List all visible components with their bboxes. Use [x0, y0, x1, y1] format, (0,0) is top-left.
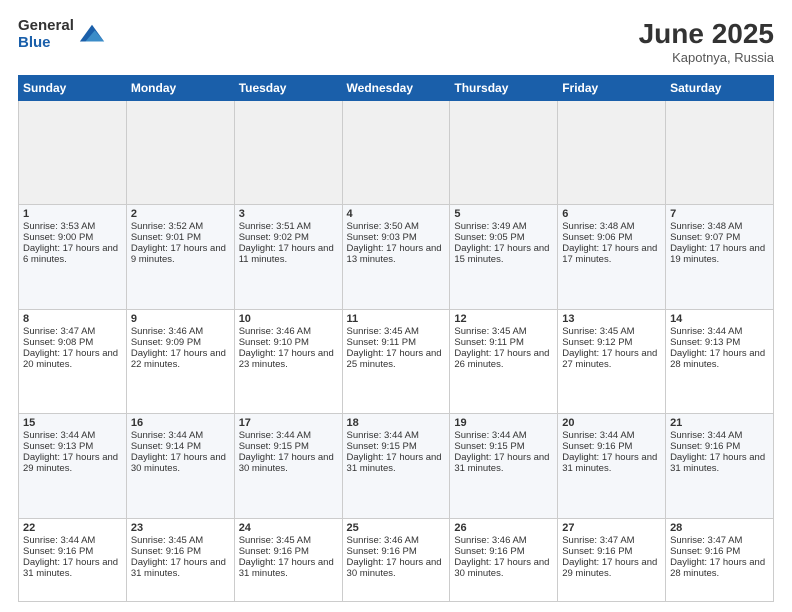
day-number: 1 [23, 208, 122, 220]
calendar-table: Sunday Monday Tuesday Wednesday Thursday… [18, 75, 774, 602]
table-row: 8Sunrise: 3:47 AMSunset: 9:08 PMDaylight… [19, 309, 127, 413]
table-row [666, 101, 774, 205]
header-wednesday: Wednesday [342, 76, 450, 101]
location: Kapotnya, Russia [639, 50, 774, 65]
day-number: 7 [670, 208, 769, 220]
table-row: 9Sunrise: 3:46 AMSunset: 9:09 PMDaylight… [126, 309, 234, 413]
table-row: 15Sunrise: 3:44 AMSunset: 9:13 PMDayligh… [19, 414, 127, 518]
table-row [126, 101, 234, 205]
header-sunday: Sunday [19, 76, 127, 101]
table-row [558, 101, 666, 205]
header-thursday: Thursday [450, 76, 558, 101]
header-saturday: Saturday [666, 76, 774, 101]
day-number: 11 [347, 313, 446, 325]
table-row: 13Sunrise: 3:45 AMSunset: 9:12 PMDayligh… [558, 309, 666, 413]
day-number: 16 [131, 417, 230, 429]
table-row: 10Sunrise: 3:46 AMSunset: 9:10 PMDayligh… [234, 309, 342, 413]
table-row: 5Sunrise: 3:49 AMSunset: 9:05 PMDaylight… [450, 205, 558, 309]
page: General Blue June 2025 Kapotnya, Russia … [0, 0, 792, 612]
table-row: 4Sunrise: 3:50 AMSunset: 9:03 PMDaylight… [342, 205, 450, 309]
table-row: 7Sunrise: 3:48 AMSunset: 9:07 PMDaylight… [666, 205, 774, 309]
day-number: 8 [23, 313, 122, 325]
day-number: 17 [239, 417, 338, 429]
logo-general: General [18, 18, 74, 35]
day-number: 13 [562, 313, 661, 325]
day-number: 19 [454, 417, 553, 429]
table-row [342, 101, 450, 205]
day-number: 27 [562, 522, 661, 534]
table-row: 16Sunrise: 3:44 AMSunset: 9:14 PMDayligh… [126, 414, 234, 518]
table-row: 21Sunrise: 3:44 AMSunset: 9:16 PMDayligh… [666, 414, 774, 518]
day-number: 28 [670, 522, 769, 534]
day-number: 25 [347, 522, 446, 534]
day-number: 15 [23, 417, 122, 429]
logo-icon [78, 21, 106, 49]
day-number: 2 [131, 208, 230, 220]
table-row: 24Sunrise: 3:45 AMSunset: 9:16 PMDayligh… [234, 518, 342, 602]
table-row: 26Sunrise: 3:46 AMSunset: 9:16 PMDayligh… [450, 518, 558, 602]
table-row: 27Sunrise: 3:47 AMSunset: 9:16 PMDayligh… [558, 518, 666, 602]
day-number: 4 [347, 208, 446, 220]
title-block: June 2025 Kapotnya, Russia [639, 18, 774, 65]
day-number: 23 [131, 522, 230, 534]
table-row [234, 101, 342, 205]
table-row: 12Sunrise: 3:45 AMSunset: 9:11 PMDayligh… [450, 309, 558, 413]
day-number: 24 [239, 522, 338, 534]
header: General Blue June 2025 Kapotnya, Russia [18, 18, 774, 65]
day-number: 12 [454, 313, 553, 325]
month-title: June 2025 [639, 18, 774, 50]
day-number: 3 [239, 208, 338, 220]
table-row: 23Sunrise: 3:45 AMSunset: 9:16 PMDayligh… [126, 518, 234, 602]
day-number: 10 [239, 313, 338, 325]
header-tuesday: Tuesday [234, 76, 342, 101]
table-row: 14Sunrise: 3:44 AMSunset: 9:13 PMDayligh… [666, 309, 774, 413]
table-row: 1Sunrise: 3:53 AMSunset: 9:00 PMDaylight… [19, 205, 127, 309]
table-row: 3Sunrise: 3:51 AMSunset: 9:02 PMDaylight… [234, 205, 342, 309]
day-number: 5 [454, 208, 553, 220]
day-number: 14 [670, 313, 769, 325]
logo-text: General Blue [18, 18, 74, 51]
table-row: 28Sunrise: 3:47 AMSunset: 9:16 PMDayligh… [666, 518, 774, 602]
table-row: 20Sunrise: 3:44 AMSunset: 9:16 PMDayligh… [558, 414, 666, 518]
day-number: 21 [670, 417, 769, 429]
logo-blue: Blue [18, 35, 74, 52]
header-friday: Friday [558, 76, 666, 101]
table-row: 11Sunrise: 3:45 AMSunset: 9:11 PMDayligh… [342, 309, 450, 413]
day-number: 18 [347, 417, 446, 429]
table-row: 19Sunrise: 3:44 AMSunset: 9:15 PMDayligh… [450, 414, 558, 518]
table-row: 6Sunrise: 3:48 AMSunset: 9:06 PMDaylight… [558, 205, 666, 309]
table-row: 2Sunrise: 3:52 AMSunset: 9:01 PMDaylight… [126, 205, 234, 309]
table-row: 18Sunrise: 3:44 AMSunset: 9:15 PMDayligh… [342, 414, 450, 518]
table-row [19, 101, 127, 205]
day-number: 9 [131, 313, 230, 325]
day-number: 26 [454, 522, 553, 534]
table-row [450, 101, 558, 205]
table-row: 22Sunrise: 3:44 AMSunset: 9:16 PMDayligh… [19, 518, 127, 602]
table-row: 17Sunrise: 3:44 AMSunset: 9:15 PMDayligh… [234, 414, 342, 518]
days-header-row: Sunday Monday Tuesday Wednesday Thursday… [19, 76, 774, 101]
table-row: 25Sunrise: 3:46 AMSunset: 9:16 PMDayligh… [342, 518, 450, 602]
day-number: 20 [562, 417, 661, 429]
logo: General Blue [18, 18, 106, 51]
header-monday: Monday [126, 76, 234, 101]
day-number: 6 [562, 208, 661, 220]
day-number: 22 [23, 522, 122, 534]
